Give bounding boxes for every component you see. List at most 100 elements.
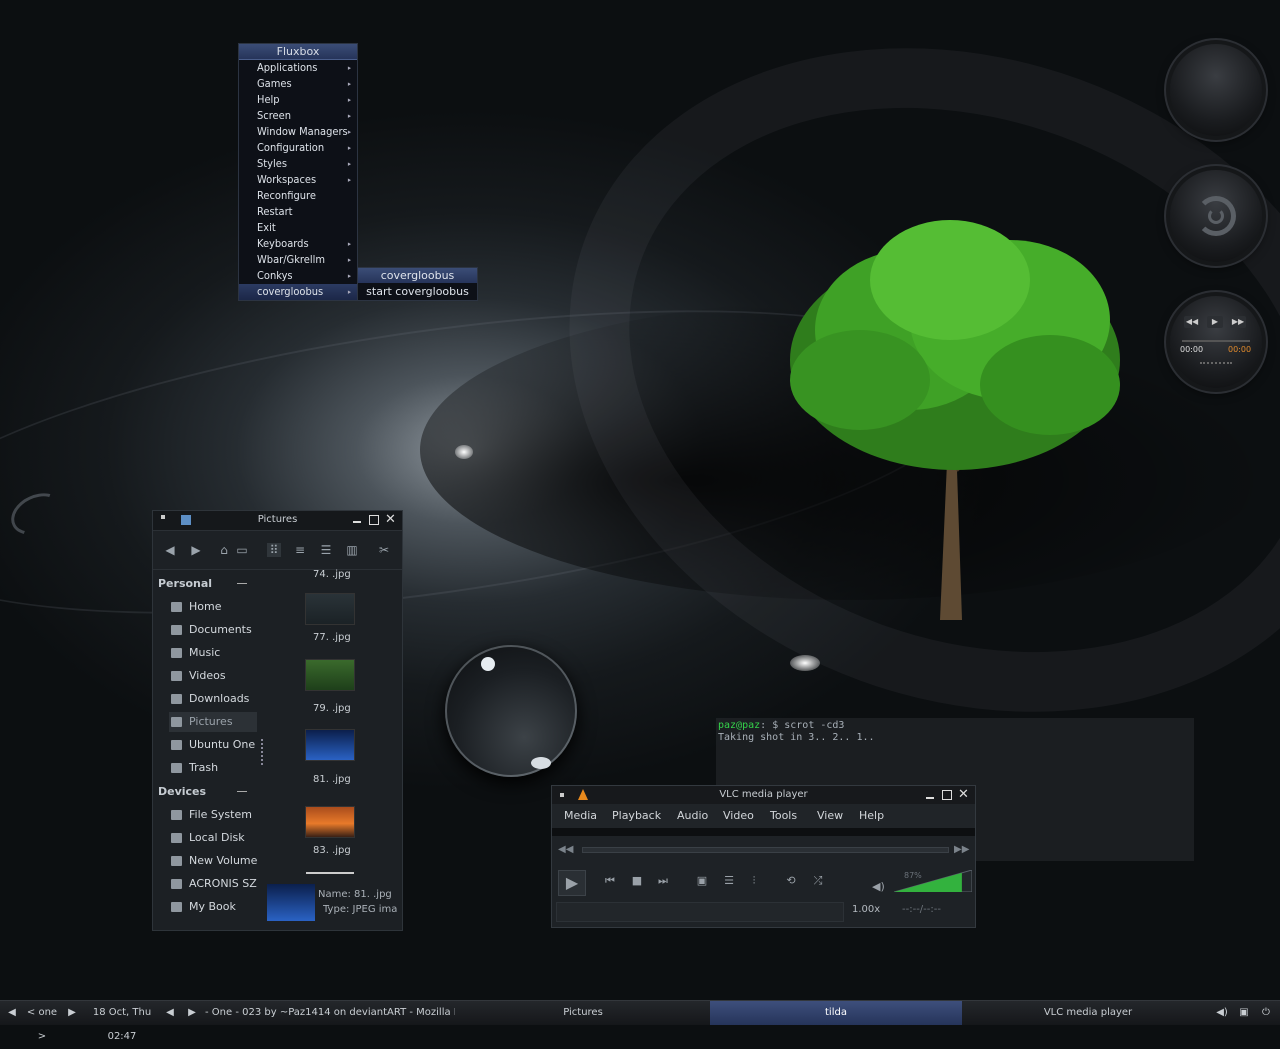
menu-view[interactable]: View: [817, 804, 843, 828]
menu-audio[interactable]: Audio: [677, 804, 708, 828]
sidebar-item-new-volume[interactable]: New Volume: [169, 851, 409, 871]
minimize-icon[interactable]: [353, 521, 361, 523]
seek-forward-icon[interactable]: ▶▶: [954, 844, 969, 855]
sidebar-item-trash[interactable]: Trash: [169, 758, 409, 778]
sidebar-item-local-disk[interactable]: Local Disk: [169, 828, 409, 848]
sidebar-item-music[interactable]: Music: [169, 643, 409, 663]
volume-tray-icon[interactable]: ◀): [1214, 1001, 1230, 1025]
file-label[interactable]: 79. .jpg: [313, 703, 351, 714]
file-manager-titlebar[interactable]: Pictures ✕: [153, 511, 402, 531]
list-view-icon[interactable]: ≡: [293, 543, 307, 557]
back-icon[interactable]: ◀: [163, 543, 177, 557]
menu-item-styles[interactable]: Styles ▸: [239, 156, 357, 172]
power-tray-icon[interactable]: ⏻: [1258, 1001, 1274, 1025]
column-view-icon[interactable]: ▥: [345, 543, 359, 557]
window-menu-icon[interactable]: [560, 793, 564, 797]
loop-button[interactable]: ⟲: [781, 873, 801, 889]
random-button[interactable]: ⤮: [808, 873, 828, 889]
collapse-personal-icon[interactable]: [237, 583, 247, 584]
task-firefox[interactable]: - One - 023 by ~Paz1414 on deviantART - …: [205, 1001, 455, 1025]
dock-button-top[interactable]: [1170, 44, 1262, 136]
extended-settings-button[interactable]: ⫶: [744, 873, 764, 889]
seek-back-icon[interactable]: ◀◀: [558, 844, 573, 855]
menu-item-keyboards[interactable]: Keyboards ▸: [239, 236, 357, 252]
previous-button[interactable]: ⏮: [600, 873, 620, 889]
menu-item-start-covergloobus[interactable]: start covergloobus: [358, 283, 477, 300]
menu-item-restart[interactable]: Restart: [239, 204, 357, 220]
computer-icon[interactable]: ▭: [235, 543, 249, 557]
vlc-titlebar[interactable]: VLC media player ✕: [552, 786, 975, 804]
sidebar-item-home[interactable]: Home: [169, 597, 409, 617]
file-thumbnail[interactable]: [305, 729, 355, 761]
menu-item-configuration[interactable]: Configuration ▸: [239, 140, 357, 156]
play-icon[interactable]: ▶: [1207, 316, 1223, 328]
dock-button-swirl[interactable]: [1170, 170, 1262, 262]
maximize-icon[interactable]: [942, 790, 952, 800]
seek-bar[interactable]: [582, 847, 949, 853]
devices-header: Devices: [158, 785, 207, 798]
file-label[interactable]: 74. .jpg: [313, 569, 351, 580]
next-track-icon[interactable]: ▶▶: [1230, 316, 1246, 328]
network-tray-icon[interactable]: ▣: [1236, 1001, 1252, 1025]
sidebar-item-file-system[interactable]: File System: [169, 805, 409, 825]
minimize-icon[interactable]: [926, 797, 934, 799]
menu-item-exit[interactable]: Exit: [239, 220, 357, 236]
detail-view-icon[interactable]: ☰: [319, 543, 333, 557]
videos-icon: [171, 671, 182, 681]
menu-item-help[interactable]: Help ▸: [239, 92, 357, 108]
next-button[interactable]: ⏭: [653, 873, 673, 889]
sidebar-item-documents[interactable]: Documents: [169, 620, 409, 640]
terminal-output: Taking shot in 3.. 2.. 1..: [718, 732, 875, 743]
menu-item-applications[interactable]: Applications ▸: [239, 60, 357, 76]
menu-video[interactable]: Video: [723, 804, 754, 828]
menu-playback[interactable]: Playback: [612, 804, 661, 828]
time-total: 00:00: [1228, 345, 1252, 354]
stop-button[interactable]: ■: [627, 873, 647, 889]
maximize-icon[interactable]: [369, 515, 379, 525]
close-icon[interactable]: ✕: [958, 786, 969, 804]
prev-workspace-icon[interactable]: ◀: [6, 1001, 18, 1025]
prev-window-icon[interactable]: ◀: [164, 1001, 176, 1025]
task-tilda[interactable]: tilda: [710, 1001, 962, 1025]
menu-media[interactable]: Media: [564, 804, 597, 828]
menu-item-covergloobus[interactable]: covergloobus ▸: [239, 284, 357, 300]
menu-item-reconfigure[interactable]: Reconfigure: [239, 188, 357, 204]
menu-item-workspaces[interactable]: Workspaces ▸: [239, 172, 357, 188]
close-icon[interactable]: ✕: [385, 512, 396, 527]
menu-help[interactable]: Help: [859, 804, 884, 828]
next-window-icon[interactable]: ▶: [186, 1001, 198, 1025]
icon-view-icon[interactable]: ⠿: [267, 543, 281, 557]
file-label[interactable]: 81. .jpg: [313, 774, 351, 785]
menu-item-games[interactable]: Games ▸: [239, 76, 357, 92]
file-thumbnail[interactable]: [305, 806, 355, 838]
sidebar-item-downloads[interactable]: Downloads: [169, 689, 409, 709]
playback-speed[interactable]: 1.00x: [852, 904, 880, 915]
sidebar-item-videos[interactable]: Videos: [169, 666, 409, 686]
home-icon[interactable]: ⌂: [217, 543, 231, 557]
play-button[interactable]: ▶: [558, 870, 586, 896]
prev-track-icon[interactable]: ◀◀: [1184, 316, 1200, 328]
menu-item-wbar-gkrellm[interactable]: Wbar/Gkrellm ▸: [239, 252, 357, 268]
sidebar-item-ubuntu-one[interactable]: Ubuntu One: [169, 735, 409, 755]
file-thumbnail[interactable]: [305, 659, 355, 691]
task-pictures[interactable]: Pictures: [458, 1001, 708, 1025]
next-workspace-icon[interactable]: ▶: [66, 1001, 78, 1025]
pane-resize-handle[interactable]: [261, 739, 265, 765]
file-thumbnail[interactable]: [305, 593, 355, 625]
collapse-devices-icon[interactable]: [237, 791, 247, 792]
forward-icon[interactable]: ▶: [189, 543, 203, 557]
menu-item-screen[interactable]: Screen ▸: [239, 108, 357, 124]
sidebar-item-pictures[interactable]: Pictures: [169, 712, 257, 732]
menu-tools[interactable]: Tools: [770, 804, 797, 828]
menu-item-conkys[interactable]: Conkys ▸: [239, 268, 357, 284]
tools-icon[interactable]: ✂: [377, 543, 391, 557]
menu-item-window-managers[interactable]: Window Managers ▸: [239, 124, 357, 140]
submenu-arrow-icon: ▸: [347, 240, 351, 248]
playlist-button[interactable]: ☰: [719, 873, 739, 889]
file-label[interactable]: 83. .jpg: [313, 845, 351, 856]
fullscreen-button[interactable]: ▣: [692, 873, 712, 889]
task-vlc[interactable]: VLC media player: [965, 1001, 1211, 1025]
window-title: Pictures: [257, 514, 298, 525]
file-label[interactable]: 77. .jpg: [313, 632, 351, 643]
speaker-icon[interactable]: ◀): [872, 880, 885, 893]
